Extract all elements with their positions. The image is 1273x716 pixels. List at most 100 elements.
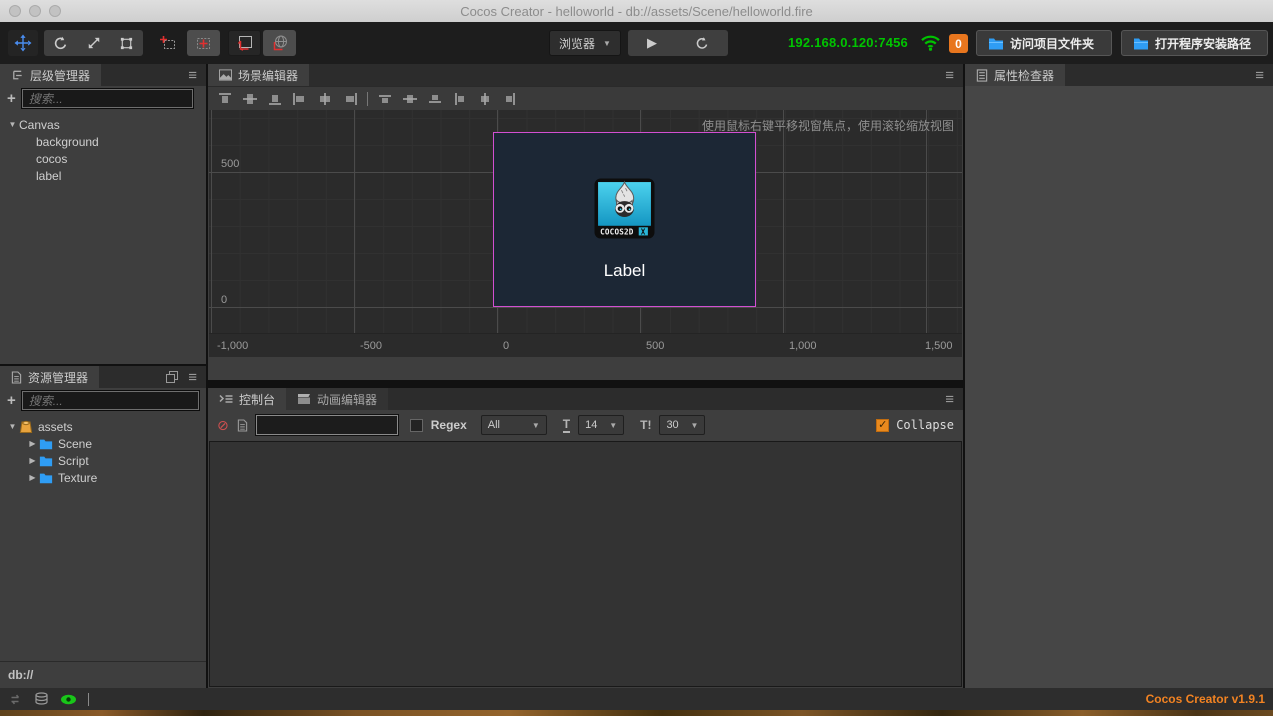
distribute-hcenter-icon[interactable] [477, 92, 493, 106]
log-level-dropdown[interactable]: All ▼ [480, 415, 547, 435]
align-left-icon[interactable] [292, 92, 308, 106]
desktop-wallpaper-strip [0, 710, 1273, 716]
tab-animation-label: 动画编辑器 [317, 392, 378, 407]
collapse-arrow-icon[interactable]: ▶ [26, 439, 39, 448]
sync-icon[interactable] [8, 693, 23, 706]
hierarchy-search-input[interactable] [20, 88, 194, 109]
folder-icon [39, 456, 53, 466]
distribute-left-icon[interactable] [452, 92, 468, 106]
regex-label: Regex [430, 418, 467, 432]
node-label: Script [58, 453, 89, 468]
status-bar: Cocos Creator v1.9.1 [0, 688, 1273, 710]
open-install-path-button[interactable]: 打开程序安装路径 [1121, 30, 1268, 56]
align-hcenter-icon[interactable] [317, 92, 333, 106]
expand-arrow-icon[interactable]: ▼ [6, 120, 19, 129]
font-size-value: 14 [585, 419, 598, 431]
ruler-x-label: 1,000 [789, 340, 817, 352]
panel-menu-icon[interactable]: ≡ [188, 68, 197, 83]
scene-ruler-x: -1,000 -500 0 500 1,000 1,500 [209, 333, 962, 357]
distribute-bottom-icon[interactable] [427, 92, 443, 106]
tab-console[interactable]: 控制台 [208, 388, 287, 410]
rotate-icon [54, 36, 67, 49]
node-label: assets [38, 419, 73, 434]
chevron-down-icon: ▼ [603, 38, 611, 48]
tree-node-cocos[interactable]: cocos [0, 150, 206, 167]
chevron-down-icon: ▼ [690, 420, 699, 430]
pop-out-icon[interactable] [166, 371, 179, 383]
tab-scene[interactable]: 场景编辑器 [208, 64, 310, 86]
open-project-folder-button[interactable]: 访问项目文件夹 [976, 30, 1112, 56]
collapse-checkbox[interactable]: ✓ [876, 418, 890, 432]
distribute-vcenter-icon[interactable] [402, 92, 418, 106]
tab-assets[interactable]: 资源管理器 [0, 366, 100, 388]
assets-tree: ▼ assets ▶ Scene ▶ Script ▶ Texture [0, 413, 206, 486]
scene-label-node[interactable]: Label [494, 261, 755, 281]
tab-inspector[interactable]: 属性检查器 [965, 64, 1066, 86]
clear-console-button[interactable]: ⊘ [217, 418, 229, 432]
console-panel: 控制台 动画编辑器 ≡ ⊘ Regex All ▼ T 14 ▼ T! 30 ▼… [208, 388, 963, 688]
rotate-tool-button[interactable] [44, 30, 77, 56]
assets-search-input[interactable] [20, 390, 201, 411]
collapse-arrow-icon[interactable]: ▶ [26, 473, 39, 482]
expand-arrow-icon[interactable]: ▼ [6, 422, 19, 431]
eye-icon[interactable] [60, 694, 77, 705]
tree-node-assets-root[interactable]: ▼ assets [0, 418, 206, 435]
tree-node-scene-folder[interactable]: ▶ Scene [0, 435, 206, 452]
align-right-icon[interactable] [342, 92, 358, 106]
line-count-dropdown[interactable]: 30 ▼ [659, 415, 706, 435]
folder-icon [1134, 38, 1148, 49]
panel-menu-icon[interactable]: ≡ [188, 370, 197, 385]
window-title: Cocos Creator - helloworld - db://assets… [460, 3, 813, 19]
tree-node-texture-folder[interactable]: ▶ Texture [0, 469, 206, 486]
tab-hierarchy[interactable]: 层级管理器 [0, 64, 102, 86]
align-vcenter-icon[interactable] [242, 92, 258, 106]
console-toolbar: ⊘ Regex All ▼ T 14 ▼ T! 30 ▼ ✓ Collapse [208, 410, 963, 440]
line-height-icon: T! [640, 418, 652, 432]
create-asset-button[interactable]: + [7, 393, 16, 408]
open-log-file-icon[interactable] [237, 418, 248, 432]
scene-viewport[interactable]: 500 0 使用鼠标右键平移视窗焦点，使用滚轮缩放视图 COCOS2D X La… [209, 110, 962, 333]
panel-menu-icon[interactable]: ≡ [1255, 68, 1264, 83]
collapse-label: Collapse [896, 418, 954, 432]
pivot-world-button[interactable] [263, 30, 296, 56]
distribute-top-icon[interactable] [377, 92, 393, 106]
anchor-corner-button[interactable] [152, 30, 185, 56]
tab-inspector-label: 属性检查器 [994, 68, 1055, 83]
anchor-center-button[interactable] [187, 30, 220, 56]
regex-checkbox[interactable] [409, 418, 423, 432]
database-icon[interactable] [34, 692, 49, 706]
cocos-logo-text: COCOS2D [600, 227, 634, 236]
align-top-icon[interactable] [217, 92, 233, 106]
cocos-logo[interactable]: COCOS2D X [594, 178, 655, 239]
move-tool-button[interactable] [8, 30, 38, 56]
tab-animation[interactable]: 动画编辑器 [286, 388, 389, 410]
font-size-dropdown[interactable]: 14 ▼ [578, 415, 625, 435]
align-bottom-icon[interactable] [267, 92, 283, 106]
panel-menu-icon[interactable]: ≡ [945, 392, 954, 407]
rect-tool-button[interactable] [110, 30, 143, 56]
node-label: label [36, 168, 62, 183]
collapse-arrow-icon[interactable]: ▶ [26, 456, 39, 465]
create-node-button[interactable]: + [7, 91, 16, 106]
tree-node-background[interactable]: background [0, 133, 206, 150]
console-filter-input[interactable] [254, 414, 399, 436]
node-label: cocos [36, 151, 68, 166]
node-label: Canvas [19, 117, 60, 132]
tree-node-canvas[interactable]: ▼ Canvas [0, 116, 206, 133]
design-canvas[interactable]: COCOS2D X Label [493, 132, 756, 307]
error-count-badge[interactable]: 0 [949, 34, 968, 53]
refresh-button[interactable] [695, 36, 709, 51]
console-log-area[interactable] [209, 441, 962, 687]
tab-assets-label: 资源管理器 [28, 370, 89, 385]
play-button[interactable]: ▶ [647, 35, 657, 51]
tab-console-label: 控制台 [239, 392, 276, 407]
tree-node-label[interactable]: label [0, 167, 206, 184]
folder-icon [989, 38, 1003, 49]
tree-node-script-folder[interactable]: ▶ Script [0, 452, 206, 469]
preview-browser-dropdown[interactable]: 浏览器 ▼ [549, 30, 621, 56]
pivot-local-button[interactable] [228, 30, 261, 56]
distribute-right-icon[interactable] [502, 92, 518, 106]
scale-tool-button[interactable] [77, 30, 110, 56]
hierarchy-icon [13, 70, 22, 79]
panel-menu-icon[interactable]: ≡ [945, 68, 954, 83]
